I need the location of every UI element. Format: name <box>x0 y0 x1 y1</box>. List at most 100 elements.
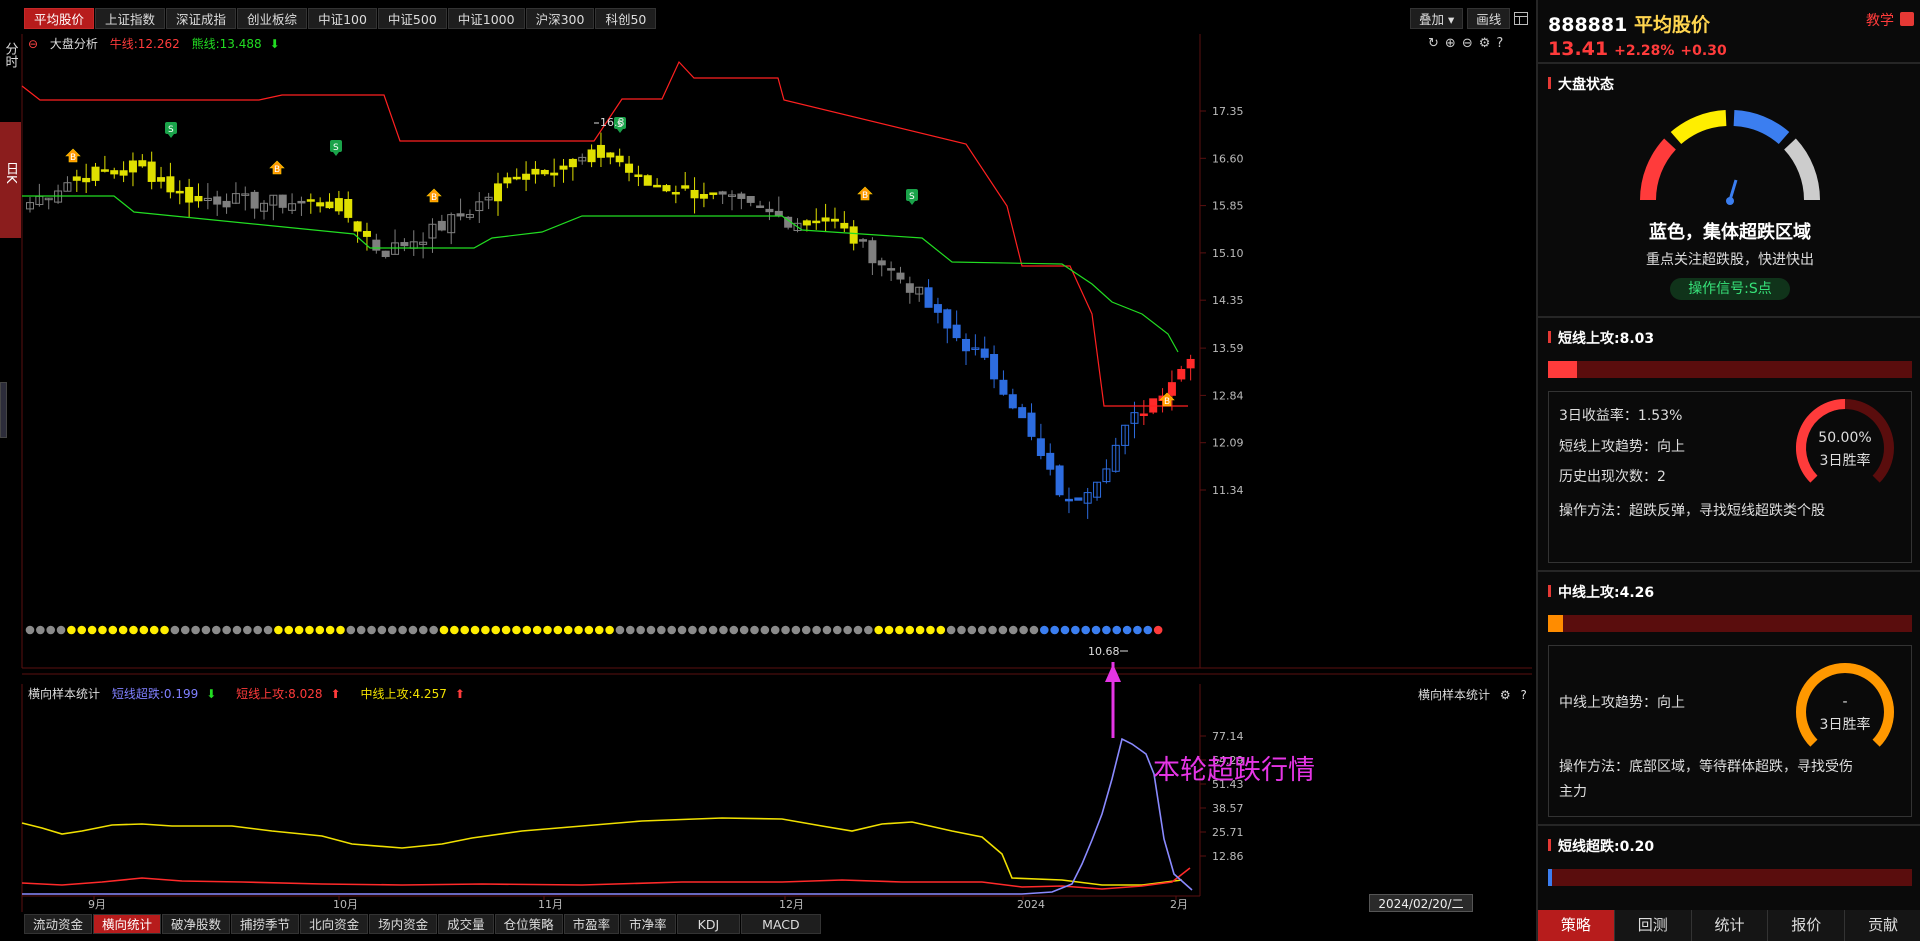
settings-icon[interactable]: ⚙ <box>1479 36 1491 51</box>
indicator-tab-7[interactable]: 仓位策略 <box>494 914 563 934</box>
operation-signal: 操作信号:S点 <box>1670 278 1790 300</box>
signal-dot <box>1091 625 1101 635</box>
signal-dot <box>946 625 956 635</box>
zoom-out-icon[interactable]: ⊖ <box>1462 36 1473 51</box>
index-tab-6[interactable]: 中证1000 <box>447 8 525 29</box>
draw-line-button[interactable]: 画线 <box>1467 8 1511 29</box>
signal-dot <box>180 625 190 635</box>
indicator-tab-1[interactable]: 横向统计 <box>93 914 162 934</box>
panel-tab-0[interactable]: 策略 <box>1538 910 1615 941</box>
signal-dot <box>708 625 718 635</box>
signal-dot <box>1060 625 1070 635</box>
signal-dot <box>191 625 200 635</box>
svg-text:B: B <box>862 191 868 201</box>
signal-dot <box>201 625 211 635</box>
signal-dot <box>325 625 335 635</box>
panel-tab-3[interactable]: 报价 <box>1768 910 1846 941</box>
low-price-label: 10.68 <box>1088 645 1120 658</box>
signal-dot <box>791 625 801 635</box>
signal-dot <box>853 625 863 635</box>
signal-dot <box>884 625 894 635</box>
signal-dot <box>1081 625 1090 635</box>
short-drop-arrow-icon: ⬇ <box>206 687 217 701</box>
signal-dot <box>512 625 521 635</box>
signal-dot <box>1008 625 1018 635</box>
signal-dot <box>77 625 87 635</box>
indicator-tab-2[interactable]: 破净股数 <box>162 914 231 934</box>
short-attack-title: 短线上攻:8.03 <box>1548 328 1654 348</box>
chart-controls: ↻ ⊕ ⊖ ⚙ ? <box>1428 36 1503 51</box>
collapse-icon[interactable]: ⊖ <box>28 37 38 51</box>
date-tick: 12月 <box>779 898 804 911</box>
panel-tab-1[interactable]: 回测 <box>1614 910 1692 941</box>
svg-text:B: B <box>1164 397 1170 407</box>
overlay-button[interactable]: 叠加 ▾ <box>1410 8 1464 29</box>
signal-dot <box>584 625 594 635</box>
index-tab-1[interactable]: 上证指数 <box>95 8 166 29</box>
stat-tick: 77.14 <box>1212 730 1244 743</box>
index-tab-7[interactable]: 沪深300 <box>525 8 595 29</box>
change-percent: +2.28% <box>1614 43 1675 59</box>
indicator-tab-10[interactable]: KDJ <box>676 914 741 934</box>
candle <box>1055 464 1064 497</box>
signal-dot <box>263 625 273 635</box>
index-tab-8[interactable]: 科创50 <box>595 8 657 29</box>
signal-dot <box>346 625 356 635</box>
signal-dot <box>781 625 790 635</box>
signal-dot <box>636 625 645 635</box>
refresh-icon[interactable]: ↻ <box>1428 36 1439 51</box>
signal-dot <box>170 625 180 635</box>
bull-line-label: 牛线:12.262 <box>109 37 180 51</box>
signal-dot <box>532 625 542 635</box>
signal-dot <box>1019 625 1028 635</box>
price-tick: 15.10 <box>1212 247 1244 260</box>
indicator-tab-9[interactable]: 市净率 <box>620 914 676 934</box>
signal-dot <box>998 625 1008 635</box>
indicator-tab-3[interactable]: 捕捞季节 <box>231 914 300 934</box>
indicator-tab-0[interactable]: 流动资金 <box>24 914 93 934</box>
stock-name: 平均股价 <box>1633 14 1710 36</box>
svg-text:B: B <box>274 165 280 175</box>
mid-attack-title: 中线上攻:4.26 <box>1548 582 1654 602</box>
mid-attack-section: 中线上攻:4.26 中线上攻趋势：向上 操作方法：底部区域，等待群体超跌，寻找受… <box>1538 574 1920 826</box>
indicator-tab-8[interactable]: 市盈率 <box>563 914 620 934</box>
signal-dot <box>822 625 832 635</box>
signal-dot <box>957 625 966 635</box>
side-drag-handle[interactable] <box>0 382 7 438</box>
indicator-tab-5[interactable]: 场内资金 <box>369 914 438 934</box>
zoom-in-icon[interactable]: ⊕ <box>1445 36 1456 51</box>
layout-grid-icon[interactable] <box>1514 12 1528 25</box>
tab-intraday[interactable]: 分时 <box>0 42 20 86</box>
index-tab-2[interactable]: 深证成指 <box>166 8 237 29</box>
index-tab-0[interactable]: 平均股价 <box>24 8 95 29</box>
panel-tab-4[interactable]: 贡献 <box>1845 910 1920 941</box>
tab-intraday-label: 分时 <box>2 42 18 68</box>
sub-help-icon[interactable]: ? <box>1520 688 1526 702</box>
signal-dot <box>1112 625 1122 635</box>
mid-winrate-value: - <box>1842 694 1848 710</box>
help-icon[interactable]: ? <box>1496 36 1503 51</box>
signal-dot <box>905 625 915 635</box>
index-tab-4[interactable]: 中证100 <box>308 8 377 29</box>
price-tick: 14.35 <box>1212 294 1244 307</box>
price-value: 13.41 <box>1548 38 1609 60</box>
index-tab-5[interactable]: 中证500 <box>377 8 447 29</box>
sub-settings-icon[interactable]: ⚙ <box>1500 688 1511 702</box>
signal-dot <box>1071 625 1080 635</box>
svg-text:B: B <box>431 193 437 203</box>
teach-icon[interactable] <box>1900 12 1914 26</box>
signal-dot <box>1143 625 1153 635</box>
teach-link[interactable]: 教学 <box>1866 10 1894 30</box>
market-advice: 重点关注超跌股，快进快出 <box>1646 252 1814 268</box>
oversold-annotation: 本轮超跌行情 <box>1153 755 1315 786</box>
panel-tab-2[interactable]: 统计 <box>1691 910 1769 941</box>
indicator-tab-4[interactable]: 北向资金 <box>300 914 369 934</box>
short-trend: 短线上攻趋势：向上 <box>1559 439 1685 455</box>
bear-line-value: 熊线:13.488 <box>191 37 262 51</box>
index-tab-3[interactable]: 创业板综 <box>237 8 308 29</box>
short-attack-label: 短线上攻:8.028 ⬆ <box>236 687 348 701</box>
mid-attack-arrow-icon: ⬆ <box>454 687 465 701</box>
tab-daily-k[interactable]: 日K <box>0 122 21 238</box>
indicator-tab-6[interactable]: 成交量 <box>438 914 494 934</box>
indicator-tab-11[interactable]: MACD <box>741 914 821 934</box>
